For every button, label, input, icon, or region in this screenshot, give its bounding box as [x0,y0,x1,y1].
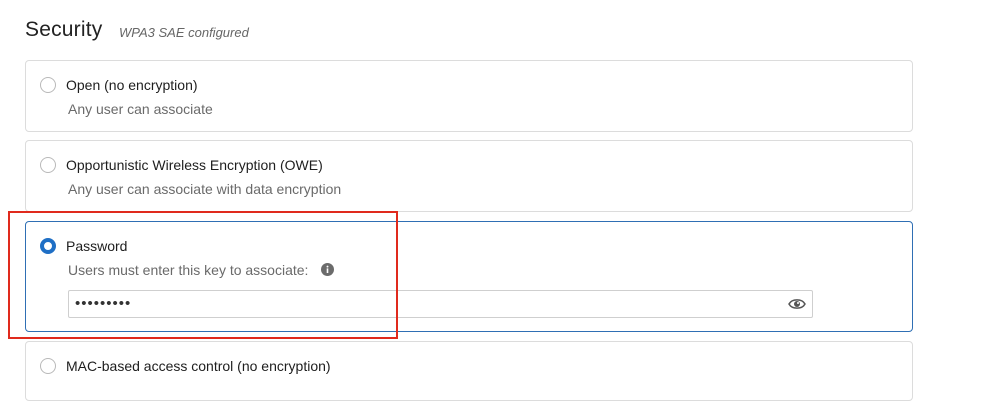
info-icon[interactable] [321,263,334,276]
option-open-label: Open (no encryption) [66,77,198,93]
option-mac[interactable]: MAC-based access control (no encryption) [25,341,913,401]
section-subtitle: WPA3 SAE configured [119,25,249,40]
password-input[interactable]: ••••••••• [68,290,813,318]
radio-open[interactable] [40,77,56,93]
option-open[interactable]: Open (no encryption) Any user can associ… [25,60,913,132]
radio-owe[interactable] [40,157,56,173]
option-open-description: Any user can associate [68,101,213,117]
option-owe[interactable]: Opportunistic Wireless Encryption (OWE) … [25,140,913,212]
radio-password[interactable] [40,238,56,254]
password-value: ••••••••• [75,295,132,312]
option-password-label: Password [66,238,128,254]
eye-icon[interactable] [788,297,806,311]
option-owe-description: Any user can associate with data encrypt… [68,181,342,197]
option-owe-label: Opportunistic Wireless Encryption (OWE) [66,157,323,173]
radio-mac[interactable] [40,358,56,374]
option-password[interactable]: Password Users must enter this key to as… [25,221,913,332]
section-title: Security [25,18,103,41]
option-mac-label: MAC-based access control (no encryption) [66,358,331,374]
option-password-description: Users must enter this key to associate: [68,262,309,278]
